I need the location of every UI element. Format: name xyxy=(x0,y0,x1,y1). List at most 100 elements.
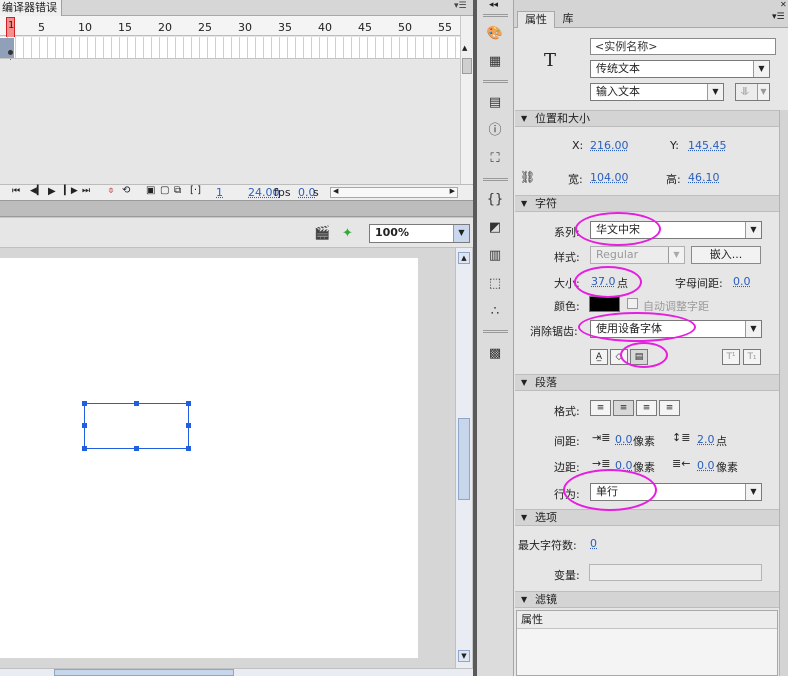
section-options-header[interactable]: ▼ 选项 xyxy=(515,509,780,526)
panel-menu-icon[interactable]: ▾☰ xyxy=(772,12,785,22)
onion-outline-icon[interactable]: ▢ xyxy=(160,185,169,196)
resize-handle[interactable] xyxy=(134,401,139,406)
motion-presets-icon[interactable]: ⬚ xyxy=(484,274,506,294)
modify-markers-icon[interactable]: [·] xyxy=(190,185,201,196)
prev-frame-icon[interactable]: ◀▎ xyxy=(30,186,44,196)
panel-splitter[interactable] xyxy=(0,200,473,217)
text-color-swatch[interactable] xyxy=(589,296,620,312)
chevron-down-icon[interactable]: ▼ xyxy=(757,84,769,100)
timeline-hscroll[interactable]: ◀ ▶ xyxy=(330,187,458,198)
library-books-icon[interactable]: ▥ xyxy=(484,246,506,266)
resize-handle[interactable] xyxy=(134,446,139,451)
align-left-button[interactable]: ≡ xyxy=(590,400,611,416)
keyframe-cell[interactable] xyxy=(0,38,14,58)
zoom-select[interactable]: 100% ▼ xyxy=(369,224,470,243)
section-character-header[interactable]: ▼ 字符 xyxy=(515,195,780,212)
instance-name-field[interactable]: <实例名称> xyxy=(590,38,776,55)
chevron-down-icon[interactable]: ▼ xyxy=(707,84,723,100)
text-orientation-select[interactable]: ⥥ ▼ xyxy=(735,83,770,101)
components-icon[interactable]: ◩ xyxy=(484,218,506,238)
right-margin-value[interactable]: 0.0 xyxy=(697,459,715,472)
onion-skin-icon[interactable]: ▣ xyxy=(146,185,155,196)
section-paragraph-header[interactable]: ▼ 段落 xyxy=(515,374,780,391)
embed-button[interactable]: 嵌入... xyxy=(691,246,761,264)
scroll-up-icon[interactable]: ▲ xyxy=(458,252,470,264)
movie-explorer-icon[interactable]: ▩ xyxy=(484,344,506,364)
selectable-text-button[interactable]: A̲ xyxy=(590,349,608,365)
align-icon[interactable]: ▤ xyxy=(484,93,506,113)
play-icon[interactable]: ▶ xyxy=(48,186,56,197)
swatches-icon[interactable]: ▦ xyxy=(484,52,506,72)
color-palette-icon[interactable]: 🎨 xyxy=(484,24,506,44)
section-filters-header[interactable]: ▼ 滤镜 xyxy=(515,591,780,608)
resize-handle[interactable] xyxy=(82,446,87,451)
text-engine-select[interactable]: 传统文本 ▼ xyxy=(590,60,770,78)
tab-library[interactable]: 库 xyxy=(557,11,579,28)
tab-properties[interactable]: 属性 xyxy=(517,11,555,28)
line-spacing-value[interactable]: 2.0 xyxy=(697,433,715,446)
letter-spacing-value[interactable]: 0.0 xyxy=(733,275,751,288)
y-value[interactable]: 145.45 xyxy=(688,139,727,152)
last-frame-icon[interactable]: ⏭ xyxy=(82,186,90,196)
scroll-thumb[interactable] xyxy=(458,418,470,500)
align-center-button[interactable]: ≡ xyxy=(613,400,634,416)
edit-symbol-icon[interactable]: ✦ xyxy=(342,226,353,241)
scroll-thumb[interactable] xyxy=(54,669,234,676)
collapse-icon[interactable]: ◂◂ xyxy=(489,0,498,10)
timeline-vscroll[interactable]: ▲ xyxy=(460,16,473,184)
variable-field[interactable] xyxy=(589,564,762,581)
particles-icon[interactable]: ∴ xyxy=(484,302,506,322)
next-frame-icon[interactable]: ▎▶ xyxy=(64,186,78,196)
align-right-button[interactable]: ≡ xyxy=(636,400,657,416)
stage-hscroll[interactable] xyxy=(0,668,473,676)
resize-handle[interactable] xyxy=(186,423,191,428)
info-icon[interactable]: ⓘ xyxy=(484,121,506,141)
scroll-up-icon[interactable]: ▲ xyxy=(462,44,467,52)
properties-vscroll[interactable] xyxy=(779,110,788,676)
transform-icon[interactable]: ⛶ xyxy=(484,149,506,169)
superscript-button[interactable]: T¹ xyxy=(722,349,740,365)
align-justify-button[interactable]: ≡ xyxy=(659,400,680,416)
scroll-right-icon[interactable]: ▶ xyxy=(450,187,455,195)
section-position-header[interactable]: ▼ 位置和大小 xyxy=(515,110,780,127)
chevron-down-icon[interactable]: ▼ xyxy=(745,321,761,337)
code-snippets-icon[interactable]: {} xyxy=(484,190,506,210)
first-frame-icon[interactable]: ⏮ xyxy=(12,186,20,196)
resize-handle[interactable] xyxy=(82,401,87,406)
resize-handle[interactable] xyxy=(82,423,87,428)
loop-icon[interactable]: ⟲ xyxy=(122,185,130,196)
playhead[interactable]: 1 xyxy=(6,17,15,39)
edit-multiple-icon[interactable]: ⧉ xyxy=(174,185,181,196)
resize-handle[interactable] xyxy=(186,401,191,406)
chevron-down-icon[interactable]: ▼ xyxy=(745,222,761,238)
max-chars-value[interactable]: 0 xyxy=(590,537,597,550)
filters-list[interactable]: 属性 xyxy=(516,610,778,676)
indent-value[interactable]: 0.0 xyxy=(615,433,633,446)
subscript-button[interactable]: T₁ xyxy=(743,349,761,365)
auto-kern-checkbox[interactable] xyxy=(627,298,638,309)
resize-handle[interactable] xyxy=(186,446,191,451)
height-value[interactable]: 46.10 xyxy=(688,171,720,184)
text-type-select[interactable]: 输入文本 ▼ xyxy=(590,83,724,101)
current-frame-value[interactable]: 1 xyxy=(216,186,223,199)
chevron-down-icon[interactable]: ▼ xyxy=(453,225,469,242)
x-value[interactable]: 216.00 xyxy=(590,139,629,152)
panel-menu-icon[interactable]: ▾☰ xyxy=(454,1,467,11)
scroll-down-icon[interactable]: ▼ xyxy=(458,650,470,662)
scroll-thumb[interactable] xyxy=(462,58,472,74)
layer-frames-row[interactable] xyxy=(0,37,460,59)
width-value[interactable]: 104.00 xyxy=(590,171,629,184)
center-frame-icon[interactable]: ⌽ xyxy=(108,185,114,196)
lock-ratio-icon[interactable]: ⛓ xyxy=(520,170,535,184)
text-field-bbox[interactable] xyxy=(84,403,189,449)
timeline-tab[interactable]: 编译器错误 xyxy=(0,0,62,16)
stage-canvas[interactable] xyxy=(0,258,418,658)
scroll-left-icon[interactable]: ◀ xyxy=(333,187,338,195)
close-icon[interactable]: ✕ xyxy=(780,0,787,9)
chevron-down-icon[interactable]: ▼ xyxy=(745,484,761,500)
chevron-down-icon[interactable]: ▼ xyxy=(668,247,684,263)
chevron-down-icon[interactable]: ▼ xyxy=(753,61,769,77)
edit-scene-icon[interactable]: 🎬 xyxy=(314,226,330,241)
font-style-select[interactable]: Regular ▼ xyxy=(590,246,685,264)
stage-vscroll[interactable]: ▲ ▼ xyxy=(455,248,472,668)
